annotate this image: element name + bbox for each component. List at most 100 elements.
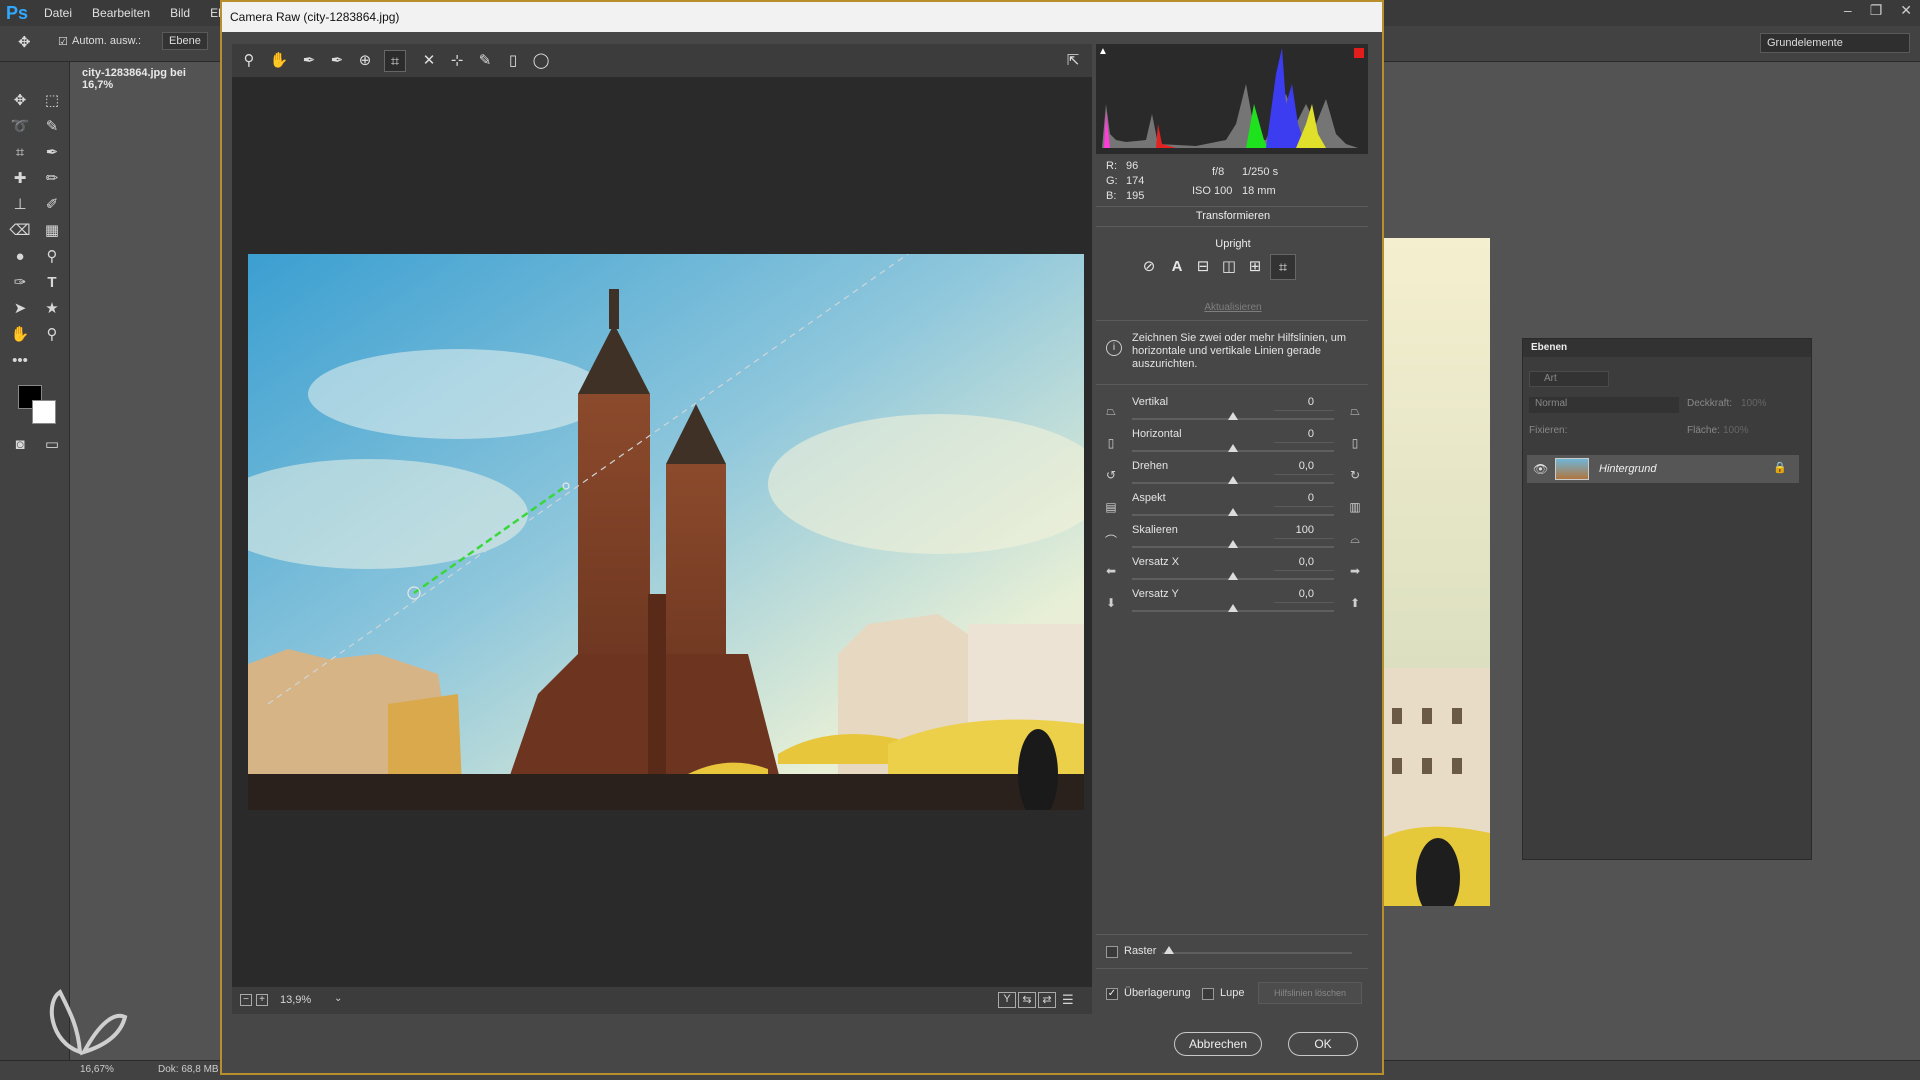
slider-thumb[interactable] bbox=[1228, 476, 1238, 484]
upright-guided-icon[interactable]: ⌗ bbox=[1270, 254, 1296, 280]
path-select-icon[interactable]: ➤ bbox=[8, 298, 32, 320]
menu-bild[interactable]: Bild bbox=[160, 6, 200, 20]
slider-value[interactable]: 0,0 bbox=[1274, 460, 1314, 472]
grid-size-track[interactable] bbox=[1162, 952, 1352, 954]
window-controls: – ❐ ✕ bbox=[1844, 2, 1912, 19]
menu-datei[interactable]: Datei bbox=[34, 6, 82, 20]
eye-icon[interactable]: 👁 bbox=[1533, 462, 1548, 476]
targeted-adjust-tool-icon[interactable]: ⊕ bbox=[354, 50, 376, 72]
shadow-clipping-icon[interactable]: ▲ bbox=[1098, 46, 1108, 57]
transform-tool-icon[interactable]: ⌗ bbox=[384, 50, 406, 72]
auto-select-checkbox[interactable]: ☑ bbox=[58, 35, 68, 48]
before-after-toggle-icon[interactable]: Y bbox=[998, 992, 1016, 1008]
zoom-tool-icon[interactable]: ⚲ bbox=[40, 324, 64, 346]
workspace-select[interactable]: Grundelemente bbox=[1760, 33, 1910, 53]
document-tab[interactable]: city-1283864.jpg bei 16,7% bbox=[72, 62, 222, 91]
aspect-right-icon: ▥ bbox=[1349, 500, 1361, 514]
radial-filter-icon[interactable]: ◯ bbox=[530, 50, 552, 72]
hand-tool-icon[interactable]: ✋ bbox=[8, 324, 32, 346]
blur-tool-icon[interactable]: ● bbox=[8, 246, 32, 268]
ok-button[interactable]: OK bbox=[1288, 1032, 1358, 1056]
slider-value[interactable]: 0 bbox=[1274, 428, 1314, 440]
cancel-button[interactable]: Abbrechen bbox=[1174, 1032, 1262, 1056]
overlay-checkbox[interactable]: ✓ bbox=[1106, 988, 1118, 1000]
image-preview-area[interactable] bbox=[232, 78, 1092, 986]
slider-value[interactable]: 0 bbox=[1274, 396, 1314, 408]
pen-tool-icon[interactable]: ✑ bbox=[8, 272, 32, 294]
gradient-tool-icon[interactable]: ▦ bbox=[40, 220, 64, 242]
upright-level-icon[interactable]: ⊟ bbox=[1190, 254, 1216, 280]
slider-thumb[interactable] bbox=[1228, 444, 1238, 452]
vertical-left-icon: ⏢ bbox=[1106, 404, 1116, 418]
loupe-checkbox[interactable] bbox=[1202, 988, 1214, 1000]
status-zoom[interactable]: 16,67% bbox=[80, 1064, 114, 1075]
move-tool-icon[interactable]: ✥ bbox=[18, 33, 31, 51]
copy-settings-icon[interactable]: ⇄ bbox=[1038, 992, 1056, 1008]
move-tool-icon[interactable]: ✥ bbox=[8, 90, 32, 112]
slider-thumb[interactable] bbox=[1228, 508, 1238, 516]
screen-mode-icon[interactable]: ▭ bbox=[40, 434, 64, 456]
brush-tool-icon[interactable]: ✏ bbox=[40, 168, 64, 190]
grid-checkbox[interactable] bbox=[1106, 946, 1118, 958]
eyedropper-tool-icon[interactable]: ✒ bbox=[40, 142, 64, 164]
slider-value[interactable]: 0,0 bbox=[1274, 556, 1314, 568]
crop-tool-icon[interactable]: ⌗ bbox=[8, 142, 32, 164]
grid-size-thumb[interactable] bbox=[1164, 946, 1174, 954]
quick-mask-icon[interactable]: ◙ bbox=[8, 434, 32, 456]
marquee-tool-icon[interactable]: ⬚ bbox=[40, 90, 64, 112]
upright-vertical-icon[interactable]: ◫ bbox=[1216, 254, 1242, 280]
color-sampler-tool-icon[interactable]: ✒ bbox=[326, 50, 348, 72]
adjustment-brush-icon[interactable]: ✎ bbox=[474, 50, 496, 72]
fill-value[interactable]: 100% bbox=[1723, 425, 1749, 436]
white-balance-tool-icon[interactable]: ✒ bbox=[298, 50, 320, 72]
history-brush-icon[interactable]: ✐ bbox=[40, 194, 64, 216]
more-tools-icon[interactable]: ••• bbox=[8, 350, 32, 372]
update-link[interactable]: Aktualisieren bbox=[1092, 302, 1374, 313]
graduated-filter-icon[interactable]: ▯ bbox=[502, 50, 524, 72]
upright-auto-icon[interactable]: A bbox=[1164, 254, 1190, 280]
zoom-level[interactable]: 13,9% bbox=[280, 994, 311, 1006]
zoom-tool-icon[interactable]: ⚲ bbox=[238, 50, 260, 72]
slider-thumb[interactable] bbox=[1228, 412, 1238, 420]
open-preferences-icon[interactable]: ⇱ bbox=[1062, 50, 1084, 72]
quick-select-tool-icon[interactable]: ✎ bbox=[40, 116, 64, 138]
background-color-swatch[interactable] bbox=[32, 400, 56, 424]
slider-rotate: ↺ Drehen 0,0 ↻ bbox=[1102, 456, 1364, 488]
auto-select-target-select[interactable]: Ebene bbox=[162, 32, 208, 50]
clear-guides-button[interactable]: Hilfslinien löschen bbox=[1258, 982, 1362, 1004]
upright-off-icon[interactable]: ⊘ bbox=[1136, 254, 1162, 280]
hand-tool-icon[interactable]: ✋ bbox=[268, 50, 290, 72]
chevron-down-icon[interactable]: ⌄ bbox=[334, 993, 342, 1004]
swap-before-after-icon[interactable]: ⇆ bbox=[1018, 992, 1036, 1008]
slider-value[interactable]: 100 bbox=[1274, 524, 1314, 536]
eraser-tool-icon[interactable]: ⌫ bbox=[8, 220, 32, 242]
close-icon[interactable]: ✕ bbox=[1900, 2, 1912, 19]
red-eye-tool-icon[interactable]: ⊹ bbox=[446, 50, 468, 72]
lasso-tool-icon[interactable]: ➰ bbox=[8, 116, 32, 138]
dodge-tool-icon[interactable]: ⚲ bbox=[40, 246, 64, 268]
healing-tool-icon[interactable]: ✚ bbox=[8, 168, 32, 190]
upright-full-icon[interactable]: ⊞ bbox=[1242, 254, 1268, 280]
stamp-tool-icon[interactable]: ⊥ bbox=[8, 194, 32, 216]
slider-thumb[interactable] bbox=[1228, 572, 1238, 580]
layer-row-hintergrund[interactable]: 👁 Hintergrund 🔒 bbox=[1527, 455, 1799, 483]
slider-thumb[interactable] bbox=[1228, 604, 1238, 612]
zoom-in-button[interactable]: + bbox=[256, 994, 268, 1006]
type-tool-icon[interactable]: T bbox=[40, 272, 64, 294]
slider-value[interactable]: 0,0 bbox=[1274, 588, 1314, 600]
slider-group: ⏢ Vertikal 0 ⏢ ▯ Horizontal 0 ▯ ↺ Drehen 0,0 ↻ ▤ Aspe… bbox=[1092, 392, 1374, 632]
minimize-icon[interactable]: – bbox=[1844, 2, 1852, 19]
menu-bearbeiten[interactable]: Bearbeiten bbox=[82, 6, 160, 20]
layer-filter-input[interactable]: Art bbox=[1529, 371, 1609, 387]
preview-settings-icon[interactable]: ☰ bbox=[1062, 992, 1074, 1008]
shape-tool-icon[interactable]: ★ bbox=[40, 298, 64, 320]
zoom-out-button[interactable]: − bbox=[240, 994, 252, 1006]
restore-icon[interactable]: ❐ bbox=[1870, 2, 1883, 19]
spot-removal-tool-icon[interactable]: ✕ bbox=[418, 50, 440, 72]
preview-photo[interactable] bbox=[248, 254, 1084, 810]
blend-mode-select[interactable]: Normal bbox=[1529, 397, 1679, 413]
opacity-value[interactable]: 100% bbox=[1741, 398, 1767, 409]
highlight-clipping-icon[interactable] bbox=[1354, 48, 1364, 58]
slider-thumb[interactable] bbox=[1228, 540, 1238, 548]
slider-value[interactable]: 0 bbox=[1274, 492, 1314, 504]
